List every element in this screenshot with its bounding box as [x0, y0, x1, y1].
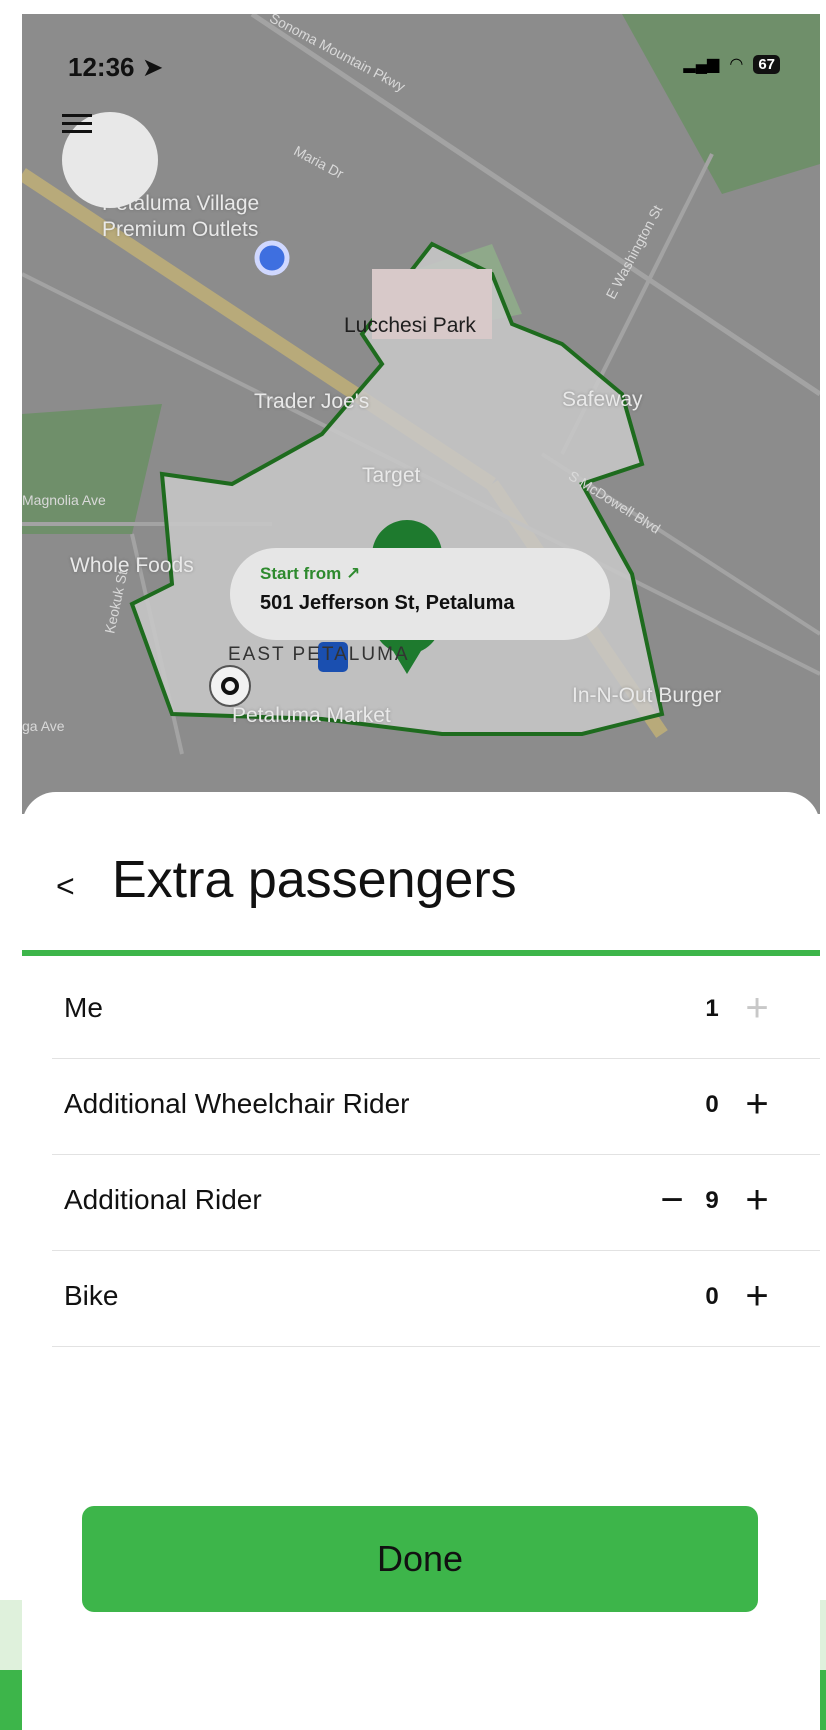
- back-button[interactable]: <: [56, 868, 75, 905]
- signal-icon: ▂▄▆: [683, 56, 720, 73]
- menu-button[interactable]: [62, 112, 158, 208]
- hamburger-menu-icon: [62, 114, 92, 133]
- edge-left-dark: [0, 1670, 22, 1730]
- row-label: Additional Wheelchair Rider: [64, 1088, 410, 1119]
- count-value: 0: [705, 1090, 719, 1118]
- accent-divider: [22, 950, 820, 956]
- map-label-target: Target: [362, 464, 421, 487]
- wifi-icon: ◠: [729, 56, 744, 73]
- quantity-stepper: 1 +: [692, 986, 782, 1031]
- passenger-row-me: Me 1 +: [52, 962, 820, 1059]
- map-label-east-petaluma: EAST PETALUMA: [228, 644, 410, 665]
- map-label-park: Lucchesi Park: [344, 314, 476, 337]
- battery-icon: 67: [753, 54, 780, 74]
- map-label-wholefoods: Whole Foods: [70, 554, 194, 577]
- green-area: [622, 14, 820, 194]
- quantity-stepper: 0 +: [692, 1082, 782, 1127]
- edge-left-light: [0, 1600, 22, 1670]
- count-value: 9: [705, 1186, 719, 1214]
- phone-screen: Sonoma Mountain Pkwy Maria Dr E Washingt…: [22, 14, 820, 1730]
- count-value: 0: [705, 1282, 719, 1310]
- increment-button[interactable]: +: [732, 1274, 782, 1319]
- passenger-row-additional: Additional Rider − 9 +: [52, 1154, 820, 1251]
- row-label: Me: [64, 992, 103, 1023]
- increment-button[interactable]: +: [732, 1178, 782, 1223]
- street-label: Magnolia Ave: [22, 492, 106, 508]
- increment-button[interactable]: +: [732, 986, 782, 1031]
- quantity-stepper: − 9 +: [652, 1178, 782, 1223]
- decrement-button[interactable]: −: [652, 1178, 692, 1223]
- count-value: 1: [705, 994, 719, 1022]
- done-button[interactable]: Done: [82, 1506, 758, 1612]
- quantity-stepper: 0 +: [692, 1274, 782, 1319]
- chevron-left-icon: <: [56, 868, 75, 904]
- passenger-row-bike: Bike 0 +: [52, 1250, 820, 1347]
- page-title: Extra passengers: [112, 851, 517, 909]
- map-label-market: Petaluma Market: [232, 704, 391, 727]
- row-label: Additional Rider: [64, 1184, 262, 1215]
- status-icons: ▂▄▆ ◠ 67: [683, 54, 780, 74]
- passenger-row-wheelchair: Additional Wheelchair Rider 0 +: [52, 1058, 820, 1155]
- map-label-outlets: Premium Outlets: [102, 218, 259, 241]
- map-label-innout: In-N-Out Burger: [572, 684, 722, 707]
- map[interactable]: Sonoma Mountain Pkwy Maria Dr E Washingt…: [22, 14, 820, 814]
- sheet-header: < Extra passengers: [22, 792, 820, 956]
- start-location-card[interactable]: Start from ↗ 501 Jefferson St, Petaluma: [230, 548, 610, 640]
- green-area: [22, 404, 162, 534]
- map-label-traderjoes: Trader Joe's: [254, 390, 370, 413]
- start-label: Start from ↗: [260, 564, 361, 583]
- street-label: ga Ave: [22, 718, 65, 734]
- row-label: Bike: [64, 1280, 119, 1311]
- map-label-safeway: Safeway: [562, 388, 643, 411]
- location-arrow-icon: ➤: [141, 52, 164, 82]
- increment-button[interactable]: +: [732, 1082, 782, 1127]
- status-time: 12:36 ➤: [68, 52, 164, 82]
- start-marker: [209, 665, 251, 707]
- start-address: 501 Jefferson St, Petaluma: [260, 592, 515, 614]
- current-location-dot: [254, 240, 290, 276]
- passenger-sheet: < Extra passengers Me 1 + Additional Whe…: [22, 792, 820, 1730]
